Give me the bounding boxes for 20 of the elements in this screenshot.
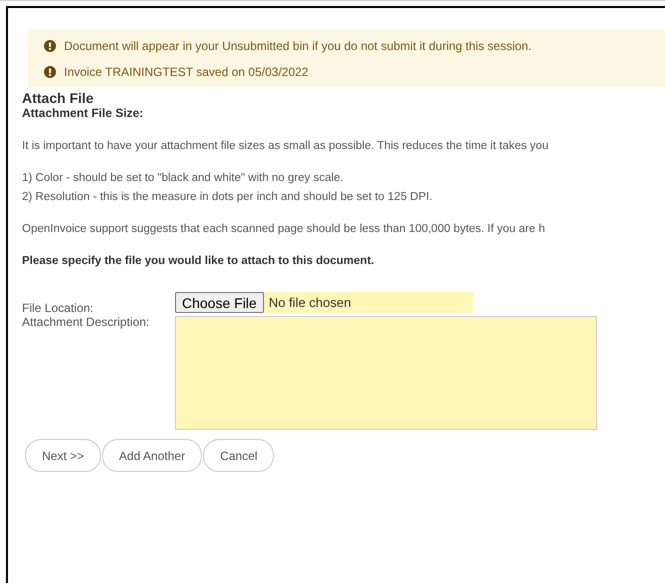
file-input[interactable]: Choose File No file chosen	[175, 292, 473, 313]
choose-file-button[interactable]: Choose File	[175, 292, 264, 313]
section-title: Attach File	[22, 90, 95, 106]
alert-message: Invoice TRAININGTEST saved on 05/03/2022	[64, 65, 308, 79]
action-button[interactable]: Next >>	[25, 439, 102, 472]
instruction-text: Please specify the file you would like to attach to this document.	[22, 255, 376, 267]
info-text: 1) Color - should be set to "black and white" with no grey scale.	[22, 172, 344, 184]
info-text: OpenInvoice support suggests that each scanned page should be less than 100,000 bytes. If you are h	[22, 223, 546, 235]
field-label: File Location:	[22, 301, 94, 315]
info-text: It is important to have your attachment file sizes as small as possible. This reduces the time it takes you	[22, 140, 550, 152]
file-status: No file chosen	[268, 295, 352, 310]
alert-icon	[44, 40, 56, 52]
action-button[interactable]: Cancel	[203, 439, 274, 472]
action-button[interactable]: Add Another	[102, 439, 202, 472]
section-subtitle: Attachment File Size:	[22, 106, 144, 120]
alert-icon	[44, 66, 56, 78]
description-field[interactable]	[175, 316, 597, 430]
alert-message: Document will appear in your Unsubmitted bin if you do not submit it during this session.	[64, 39, 532, 53]
field-label: Attachment Description:	[22, 315, 150, 331]
info-text: 2) Resolution - this is the measure in dots per inch and should be set to 125 DPI.	[22, 191, 434, 203]
